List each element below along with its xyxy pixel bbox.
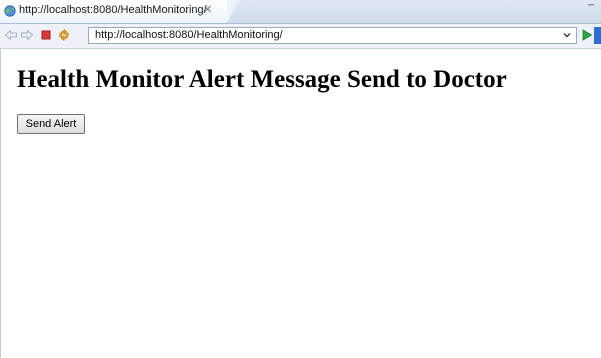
minimize-icon[interactable]: − bbox=[587, 1, 601, 13]
refresh-icon[interactable] bbox=[57, 28, 71, 42]
address-bar[interactable]: http://localhost:8080/HealthMonitoring/ bbox=[88, 27, 577, 44]
tab-strip: http://localhost:8080/HealthMonitoring/ … bbox=[0, 0, 601, 24]
browser-tab[interactable]: http://localhost:8080/HealthMonitoring/ … bbox=[0, 0, 239, 23]
page-title: Health Monitor Alert Message Send to Doc… bbox=[17, 66, 507, 93]
tab-close-icon[interactable]: ✕ bbox=[203, 3, 212, 17]
address-text[interactable]: http://localhost:8080/HealthMonitoring/ bbox=[95, 29, 283, 41]
browser-window: http://localhost:8080/HealthMonitoring/ … bbox=[0, 0, 601, 358]
globe-icon bbox=[4, 5, 16, 17]
browser-toolbar: http://localhost:8080/HealthMonitoring/ bbox=[0, 24, 601, 49]
back-arrow-icon[interactable] bbox=[4, 28, 18, 42]
forward-arrow-icon[interactable] bbox=[20, 28, 34, 42]
web-page-content: Health Monitor Alert Message Send to Doc… bbox=[0, 49, 601, 358]
stop-icon[interactable] bbox=[39, 28, 53, 42]
send-alert-button[interactable]: Send Alert bbox=[17, 114, 85, 134]
chevron-down-icon[interactable] bbox=[562, 30, 572, 40]
browser-menu-button[interactable] bbox=[594, 27, 601, 44]
go-arrow-icon[interactable] bbox=[581, 28, 593, 42]
tab-title: http://localhost:8080/HealthMonitoring/ bbox=[19, 4, 207, 16]
